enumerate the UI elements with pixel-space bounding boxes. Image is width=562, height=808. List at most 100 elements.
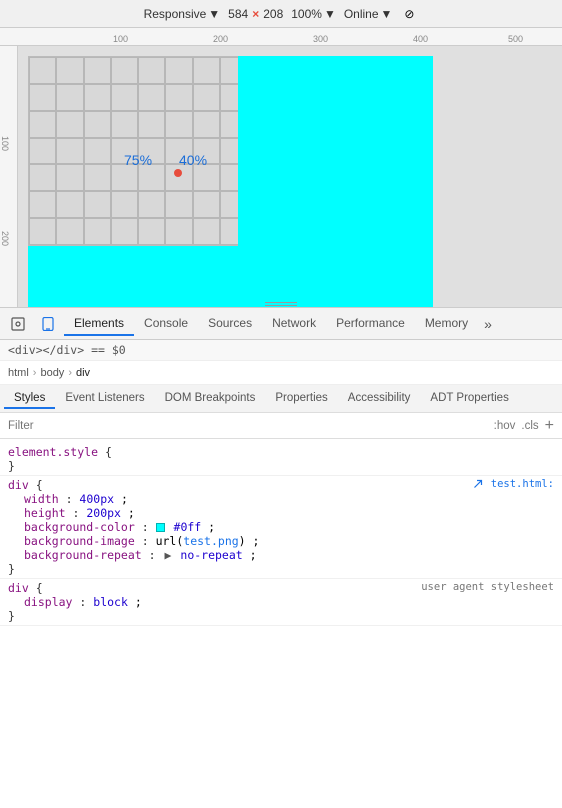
responsive-selector[interactable]: Responsive ▼ <box>144 7 221 21</box>
tab-memory[interactable]: Memory <box>415 312 478 336</box>
css-prop-height: height : 200px ; <box>8 506 554 520</box>
grid-cell <box>84 138 111 165</box>
grid-lines <box>29 57 247 245</box>
online-selector[interactable]: Online ▼ <box>344 7 393 21</box>
css-colon-5: : <box>149 548 156 562</box>
grid-cell <box>111 111 138 138</box>
grid-cell <box>29 191 56 218</box>
css-rule-div-ua-header: div { user agent stylesheet <box>8 581 554 595</box>
tab-elements[interactable]: Elements <box>64 312 134 336</box>
grid-cell <box>165 218 192 245</box>
breadcrumb-bar: html › body › div <box>0 361 562 385</box>
ruler-top: 100 200 300 400 500 <box>0 28 562 46</box>
tab-performance[interactable]: Performance <box>326 312 415 336</box>
grid-cell <box>84 111 111 138</box>
device-toggle-icon[interactable] <box>34 310 62 338</box>
breadcrumb-div[interactable]: div <box>76 367 90 379</box>
css-semicolon-1: ; <box>121 492 128 506</box>
css-rule-element-style: element.style { } <box>0 443 562 476</box>
css-prop-name-bg-image: background-image <box>24 534 135 548</box>
css-rules-area: element.style { } div { test.html: width… <box>0 439 562 808</box>
viewport-area: 100 200 300 400 500 100 200 <box>0 28 562 308</box>
grid-cell <box>84 191 111 218</box>
add-style-rule-button[interactable]: + <box>545 418 554 434</box>
style-tab-adt-properties[interactable]: ADT Properties <box>420 389 518 409</box>
style-tab-accessibility[interactable]: Accessibility <box>338 389 421 409</box>
css-colon-6: : <box>79 595 93 609</box>
style-tab-event-listeners[interactable]: Event Listeners <box>55 389 154 409</box>
ruler-mark-left-200: 200 <box>0 231 10 246</box>
ruler-mark-400: 400 <box>413 34 428 44</box>
zoom-label: 100% <box>291 7 322 21</box>
css-prop-width: width : 400px ; <box>8 492 554 506</box>
html-snippet: <div></div> == $0 <box>0 340 562 361</box>
grid-cell <box>138 111 165 138</box>
html-snippet-text: <div></div> == $0 <box>8 343 126 357</box>
grid-cell <box>193 111 220 138</box>
grid-cell <box>29 57 56 84</box>
grid-cell <box>111 57 138 84</box>
grid-cell <box>193 84 220 111</box>
style-tab-dom-breakpoints[interactable]: DOM Breakpoints <box>155 389 266 409</box>
css-value-bg-color: #0ff <box>174 520 202 534</box>
css-value-width: 400px <box>79 492 114 506</box>
throttle-icon[interactable]: ⊘ <box>400 5 418 23</box>
breadcrumb-html[interactable]: html <box>8 367 29 379</box>
style-tab-styles[interactable]: Styles <box>4 389 55 409</box>
grid-cell <box>56 111 83 138</box>
css-prop-bg-color: background-color : #0ff ; <box>8 520 554 534</box>
breadcrumb-body[interactable]: body <box>40 367 64 379</box>
inspector-icon[interactable] <box>4 310 32 338</box>
css-selector-text: element.style <box>8 445 105 459</box>
css-value-height: 200px <box>86 506 121 520</box>
grid-cell <box>56 164 83 191</box>
tab-console[interactable]: Console <box>134 312 198 336</box>
css-colon-2: : <box>72 506 86 520</box>
css-semicolon-3: ; <box>208 520 215 534</box>
tab-network[interactable]: Network <box>262 312 326 336</box>
grid-cell <box>193 164 220 191</box>
ruler-mark-200: 200 <box>213 34 228 44</box>
ruler-mark-500: 500 <box>508 34 523 44</box>
height-input[interactable]: 208 <box>263 7 283 21</box>
css-prop-name-bg-repeat: background-repeat <box>24 548 142 562</box>
css-prop-name-display: display <box>24 595 72 609</box>
color-swatch-bg[interactable] <box>156 523 165 532</box>
grid-cell <box>84 164 111 191</box>
grid-cell <box>56 84 83 111</box>
more-tabs-button[interactable]: » <box>478 312 498 336</box>
css-div-brace-open: { <box>36 478 43 492</box>
responsive-chevron: ▼ <box>208 7 220 21</box>
style-tabs-bar: Styles Event Listeners DOM Breakpoints P… <box>0 385 562 413</box>
devtools-panel: Elements Console Sources Network Perform… <box>0 308 562 808</box>
pseudo-class-button[interactable]: :hov <box>494 420 516 432</box>
css-value-bg-image-post: ) <box>239 534 246 548</box>
grid-cell <box>56 57 83 84</box>
css-rule-div-ua-close: } <box>8 609 554 623</box>
breadcrumb-sep-1: › <box>33 367 37 379</box>
class-button[interactable]: .cls <box>521 420 538 432</box>
grid-cell <box>138 57 165 84</box>
grid-cell <box>29 218 56 245</box>
grid-cell <box>165 191 192 218</box>
zoom-selector[interactable]: 100% ▼ <box>291 7 336 21</box>
drag-line-1 <box>265 302 297 303</box>
resize-handle[interactable] <box>261 301 301 307</box>
css-arrow-bg-repeat[interactable]: ▶ <box>165 548 172 562</box>
content-area: 75% 40% <box>18 46 562 307</box>
css-prop-name-width: width <box>24 492 59 506</box>
css-url-link[interactable]: test.png <box>183 534 238 548</box>
css-value-bg-image-pre: url( <box>156 534 184 548</box>
styles-filter-input[interactable] <box>8 420 486 432</box>
css-semicolon-4: ; <box>253 534 260 548</box>
grid-label-75-percent: 75% <box>124 152 152 168</box>
css-prop-display: display : block ; <box>8 595 554 609</box>
css-source-link[interactable]: test.html: <box>473 478 554 490</box>
css-brace-close-div: } <box>8 562 15 576</box>
style-tab-properties[interactable]: Properties <box>265 389 337 409</box>
width-input[interactable]: 584 <box>228 7 248 21</box>
cyan-div-top <box>238 56 433 246</box>
online-label: Online <box>344 7 379 21</box>
tab-sources[interactable]: Sources <box>198 312 262 336</box>
grid-cell <box>138 218 165 245</box>
